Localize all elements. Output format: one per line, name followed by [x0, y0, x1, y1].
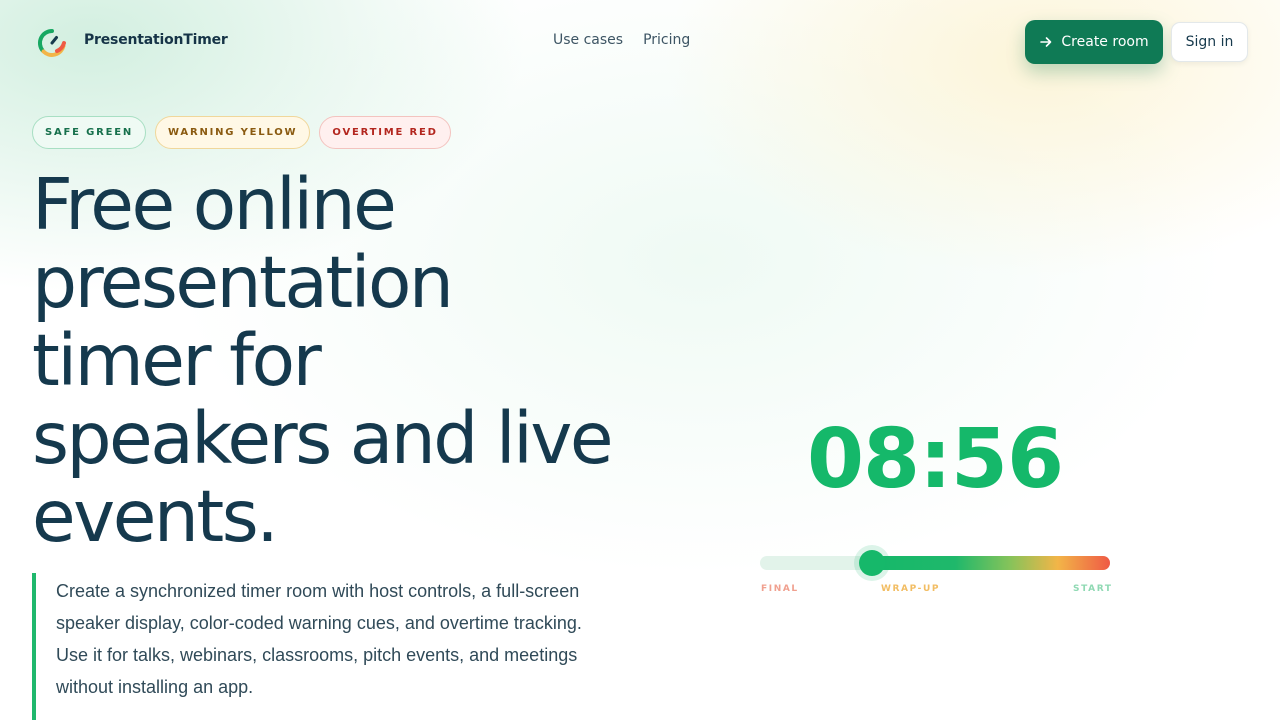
timer-display: 08:56 — [806, 412, 1064, 507]
nav-use-cases[interactable]: Use cases — [553, 32, 623, 48]
timer-progress-fill — [872, 556, 1110, 570]
status-badges: SAFE GREEN WARNING YELLOW OVERTIME RED — [32, 116, 451, 149]
brand-name[interactable]: PresentationTimer — [84, 32, 228, 48]
scale-label-final: FINAL — [761, 584, 799, 594]
site-header: PresentationTimer Use cases Pricing Crea… — [0, 0, 1280, 84]
sign-in-label: Sign in — [1185, 34, 1234, 50]
badge-overtime-red: OVERTIME RED — [319, 116, 451, 149]
sign-in-button[interactable]: Sign in — [1171, 22, 1248, 62]
nav-pricing[interactable]: Pricing — [643, 32, 690, 48]
create-room-button[interactable]: Create room — [1025, 20, 1163, 64]
hero-headline: Free online presentation timer for speak… — [32, 163, 614, 558]
timer-progress-track — [760, 550, 1110, 576]
timer-progress-knob — [859, 550, 885, 576]
arrow-right-icon — [1040, 37, 1052, 47]
badge-warning-yellow: WARNING YELLOW — [155, 116, 311, 149]
main-nav: Use cases Pricing — [553, 32, 690, 48]
scale-label-start: START — [1073, 584, 1113, 594]
create-room-label: Create room — [1061, 34, 1149, 50]
timer-logo-icon[interactable] — [36, 27, 68, 59]
scale-label-wrap-up: WRAP-UP — [881, 584, 941, 594]
hero-lead-text: Create a synchronized timer room with ho… — [32, 573, 612, 720]
badge-safe-green: SAFE GREEN — [32, 116, 147, 149]
